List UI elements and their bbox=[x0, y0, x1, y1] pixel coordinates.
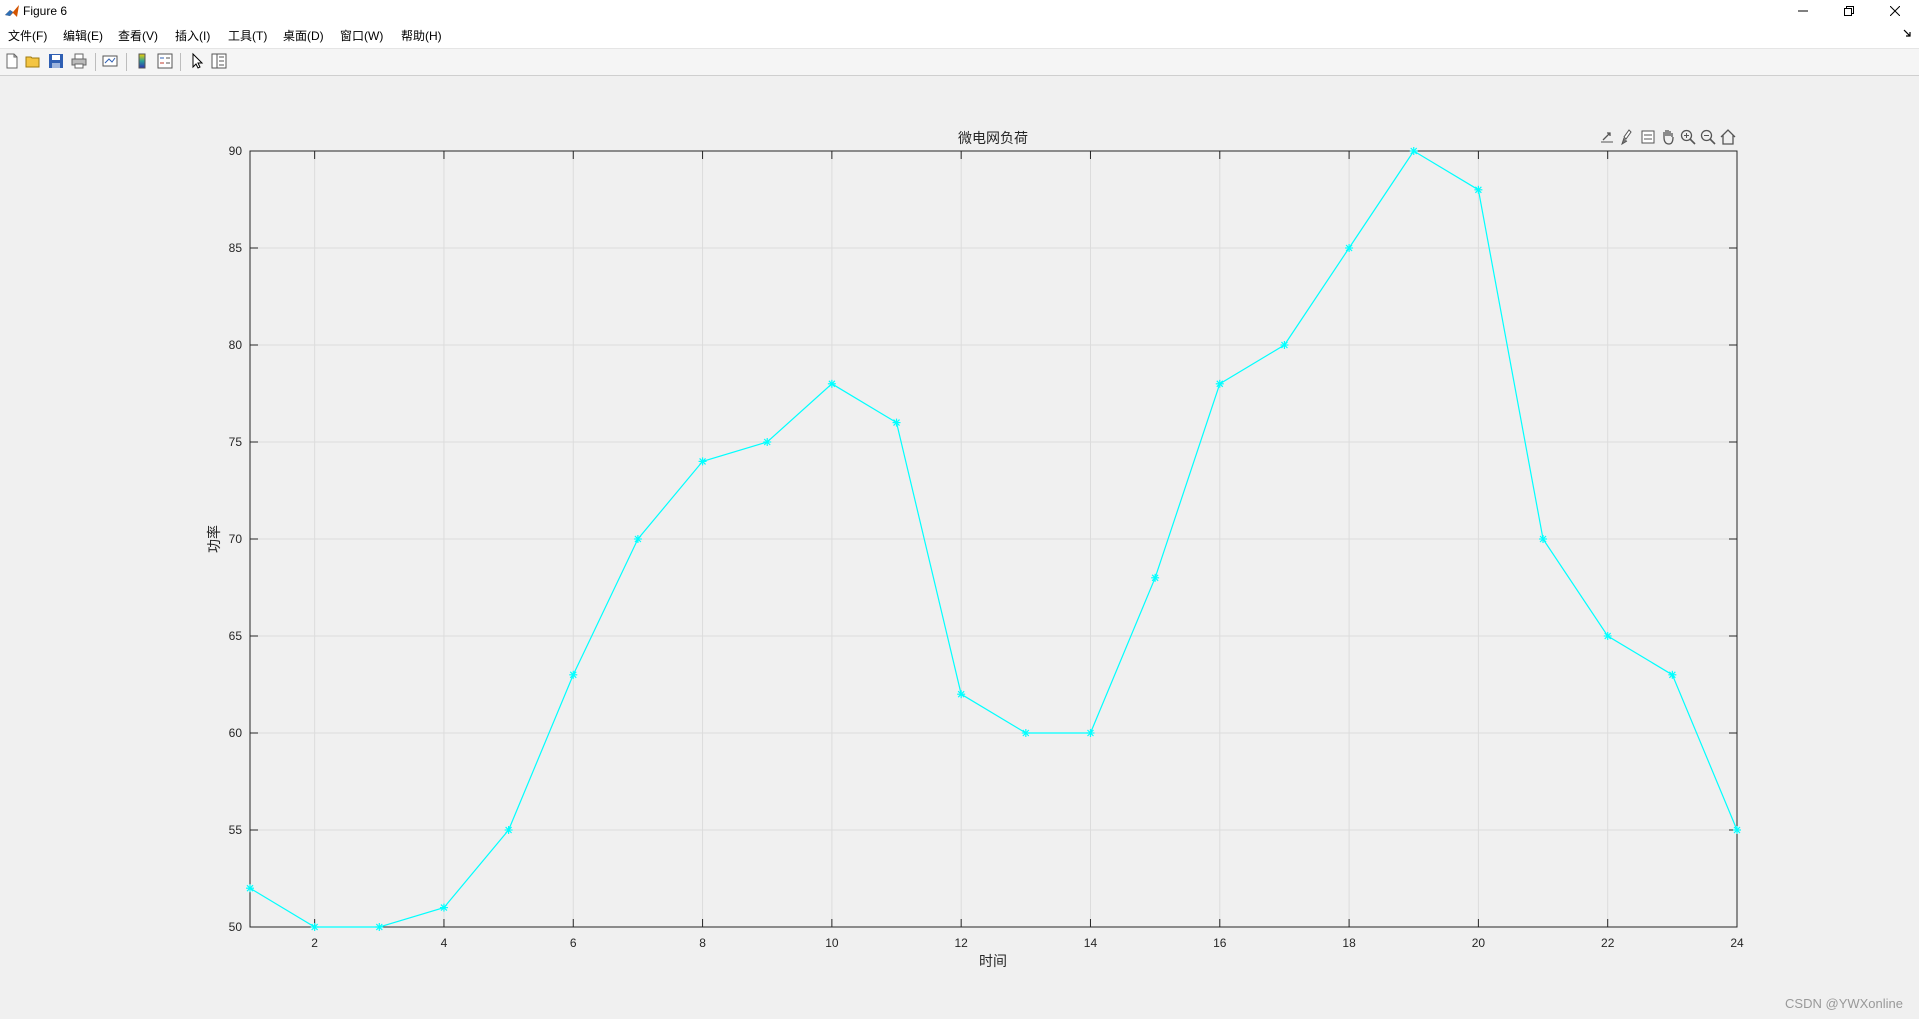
data-point bbox=[892, 418, 901, 427]
figure-plot-area: 2 4 6 8 10 12 14 16 18 20 22 24505560657075808590 微… bbox=[206, 130, 1744, 969]
data-point bbox=[1086, 729, 1095, 737]
y-tick-label: 70 bbox=[229, 532, 243, 546]
data-point bbox=[1603, 632, 1612, 640]
data-point bbox=[957, 690, 966, 699]
data-point bbox=[698, 457, 707, 466]
x-tick-label: 22 bbox=[1601, 936, 1615, 950]
y-tick-label: 55 bbox=[229, 823, 243, 837]
data-point bbox=[1409, 147, 1418, 155]
x-tick-label: 6 bbox=[570, 936, 577, 950]
data-point bbox=[1215, 379, 1224, 388]
x-tick-label: 18 bbox=[1342, 936, 1356, 950]
data-point bbox=[763, 438, 772, 446]
data-point bbox=[439, 903, 448, 912]
x-tick-label: 8 bbox=[699, 936, 706, 950]
data-point bbox=[246, 884, 254, 893]
x-tick-label: 4 bbox=[441, 936, 448, 950]
y-tick-label: 80 bbox=[229, 338, 243, 352]
data-point bbox=[1539, 535, 1548, 543]
data-point bbox=[310, 923, 319, 931]
y-tick-label: 85 bbox=[229, 241, 243, 255]
y-tick-label: 65 bbox=[229, 629, 243, 643]
x-tick-label: 20 bbox=[1472, 936, 1486, 950]
data-point bbox=[569, 670, 578, 679]
data-point bbox=[1733, 826, 1741, 834]
data-point bbox=[827, 379, 836, 388]
y-tick-label: 75 bbox=[229, 435, 243, 449]
data-point bbox=[633, 535, 642, 543]
x-tick-label: 16 bbox=[1213, 936, 1227, 950]
x-tick-label: 24 bbox=[1730, 936, 1744, 950]
data-point bbox=[1345, 244, 1354, 252]
data-point bbox=[1151, 573, 1160, 582]
x-tick-label: 14 bbox=[1084, 936, 1098, 950]
x-tick-label: 12 bbox=[954, 936, 968, 950]
y-tick-label: 50 bbox=[229, 920, 243, 934]
x-tick-label: 10 bbox=[825, 936, 839, 950]
x-axis-label: 时间 bbox=[979, 953, 1007, 969]
data-point bbox=[1280, 341, 1289, 349]
watermark: CSDN @YWXonline bbox=[1785, 996, 1903, 1011]
y-tick-label: 90 bbox=[229, 144, 243, 158]
data-point bbox=[1474, 185, 1483, 194]
data-point bbox=[504, 826, 513, 834]
y-tick-label: 60 bbox=[229, 726, 243, 740]
chart-title: 微电网负荷 bbox=[958, 130, 1028, 146]
y-axis-label: 功率 bbox=[206, 525, 222, 553]
data-point bbox=[1668, 670, 1677, 679]
data-point bbox=[1021, 729, 1030, 737]
x-tick-label: 2 bbox=[311, 936, 318, 950]
data-point bbox=[375, 923, 384, 931]
